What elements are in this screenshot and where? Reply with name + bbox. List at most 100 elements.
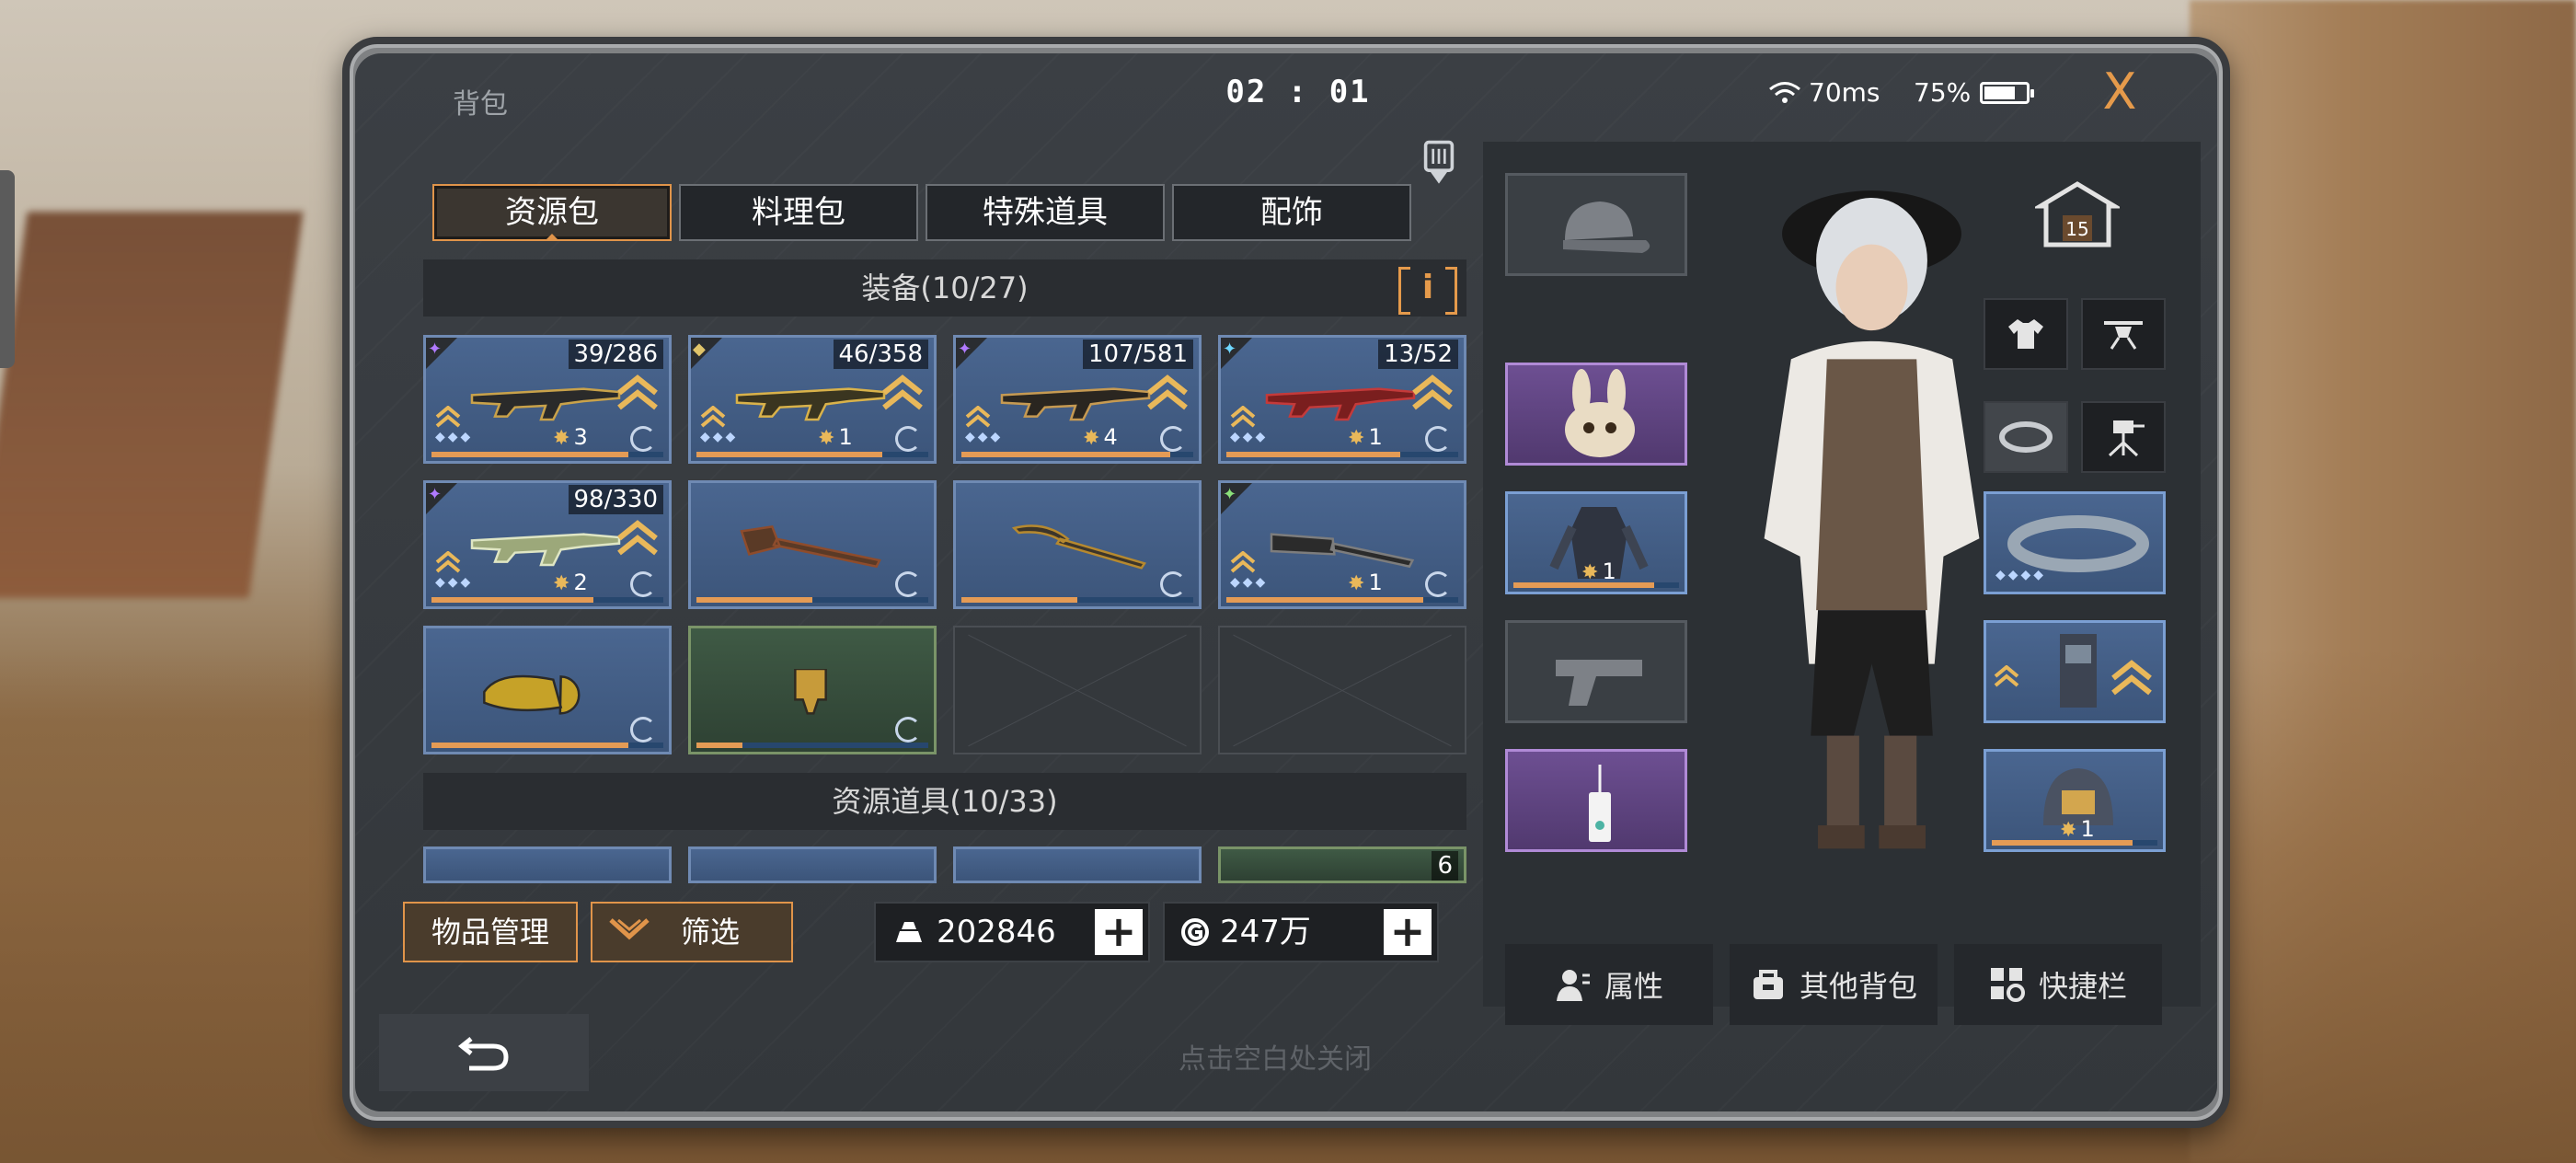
durability-bar [696, 597, 928, 603]
tab-cooking-pack[interactable]: 料理包 [679, 184, 918, 241]
rifle-dark-icon [470, 387, 621, 421]
gold-value: 202846 [937, 914, 1056, 950]
bunny-backpack-icon [1565, 369, 1635, 457]
quality-tag-icon: ✦ [426, 338, 457, 369]
durability-bar [431, 452, 663, 457]
person-icon [1556, 970, 1590, 1001]
rank-dots: ◆◆◆ [435, 430, 474, 444]
armor-star: ✸ 1 [1581, 558, 1616, 584]
hat-slot[interactable] [1505, 173, 1687, 276]
attributes-button[interactable]: 属性 [1505, 944, 1713, 1025]
battery-status: 75% [1914, 77, 2035, 108]
resource-slot[interactable] [423, 846, 672, 883]
resource-slot[interactable] [953, 846, 1202, 883]
tab-accessories[interactable]: 配饰 [1172, 184, 1411, 241]
durability-bar [431, 597, 663, 603]
drink-slot[interactable] [1505, 749, 1687, 852]
resource-slot[interactable]: 6 [1218, 846, 1466, 883]
chainsaw-gold-icon [483, 674, 581, 715]
equipment-slot-rifle-dark[interactable]: ✦ 39/286 ◆◆◆ ✸ 3 [423, 335, 672, 464]
armor-durability [1513, 582, 1679, 588]
info-button[interactable]: i [1398, 267, 1457, 315]
durability-bar [431, 743, 663, 748]
pistol-icon [1556, 660, 1642, 706]
rifle-gold-icon [735, 387, 886, 421]
rank-chevron-icon [1230, 551, 1256, 573]
other-bags-button[interactable]: 其他背包 [1730, 944, 1938, 1025]
attributes-label: 属性 [1604, 969, 1663, 1004]
rank-dots: ◆◆◆ [1230, 430, 1269, 444]
ammo-count: 98/330 [568, 485, 663, 514]
star-level: ✸ 2 [553, 570, 588, 595]
bag-level-icon[interactable]: 15 [2035, 178, 2120, 250]
filter-button[interactable]: 筛选 [591, 902, 793, 962]
star-level: ✸ 1 [1348, 570, 1383, 595]
turret-button[interactable] [2081, 401, 2166, 473]
club-spiked-icon [1270, 533, 1415, 569]
edge-handle[interactable] [0, 170, 15, 368]
helmet-durability [1992, 840, 2157, 846]
ring-icon [1999, 421, 2053, 453]
coin-currency: 247万 + [1163, 902, 1439, 962]
hotbar-button[interactable]: 快捷栏 [1954, 944, 2162, 1025]
tab-special-items[interactable]: 特殊道具 [926, 184, 1165, 241]
game-clock: 02 : 01 [1225, 74, 1371, 110]
durability-bar [961, 452, 1193, 457]
equipment-slot-rifle-gold[interactable]: ◆ 46/358 ◆◆◆ ✸ 1 [688, 335, 937, 464]
equipment-slot-smg-green[interactable]: ✦ 98/330 ◆◆◆ ✸ 2 [423, 480, 672, 609]
gadget-slot[interactable] [1984, 620, 2166, 723]
rank-up-icon [2111, 660, 2152, 696]
turret-icon [2108, 420, 2145, 457]
add-gold-button[interactable]: + [1095, 909, 1143, 955]
equipment-section-title: 装备(10/27) [861, 271, 1029, 305]
ammo-count: 107/581 [1082, 340, 1193, 369]
resource-section-title: 资源道具(10/33) [832, 784, 1058, 819]
bag-level-value: 15 [2065, 218, 2088, 240]
quality-tag-icon: ✦ [426, 483, 457, 514]
equipment-slot-crossbow-red[interactable]: ✦ 13/52 ◆◆◆ ✸ 1 [1218, 335, 1466, 464]
filter-icon [609, 918, 650, 940]
durability-bar [696, 452, 928, 457]
empty-slot[interactable] [953, 626, 1202, 754]
crossbow-red-icon [1265, 387, 1416, 421]
drone-button[interactable] [2081, 298, 2166, 370]
gold-currency: 202846 + [874, 902, 1150, 962]
recycle-icon [1425, 571, 1451, 597]
recycle-icon [1425, 426, 1451, 452]
hotbar-icon [1990, 968, 2025, 1002]
equipment-slot-drill-tool[interactable] [688, 626, 937, 754]
ammo-count: 13/52 [1378, 340, 1458, 369]
rank-chevron-icon [1994, 665, 2019, 687]
backpack-slot[interactable] [1505, 363, 1687, 466]
equipment-slot-axe-tool[interactable] [688, 480, 937, 609]
quality-tag-icon: ✦ [1221, 338, 1252, 369]
axe-tool-icon [740, 524, 881, 569]
resource-grid: 6 [423, 846, 1466, 883]
tab-resource-pack[interactable]: 资源包 [432, 184, 672, 241]
pistol-slot[interactable] [1505, 620, 1687, 723]
equipment-slot-pickaxe-tool[interactable] [953, 480, 1202, 609]
resource-slot[interactable] [688, 846, 937, 883]
battery-value: 75% [1914, 77, 1972, 108]
rank-chevron-icon [435, 551, 461, 573]
empty-slot[interactable] [1218, 626, 1466, 754]
rank-chevron-icon [1230, 406, 1256, 428]
resource-section-header: 资源道具(10/33) [423, 773, 1466, 830]
equipment-slot-chainsaw-gold[interactable] [423, 626, 672, 754]
ring-button[interactable] [1984, 401, 2068, 473]
equipment-slot-rifle-bronze[interactable]: ✦ 107/581 ◆◆◆ ✸ 4 [953, 335, 1202, 464]
armor-slot[interactable]: ✸ 1 [1505, 491, 1687, 594]
helmet-star: ✸ 1 [2060, 816, 2095, 842]
back-button[interactable] [379, 1014, 589, 1091]
close-button[interactable]: X [2094, 66, 2145, 118]
cap-icon [1563, 202, 1650, 253]
background-shelf [0, 212, 304, 598]
pickaxe-tool-icon [1011, 524, 1146, 570]
add-coin-button[interactable]: + [1384, 909, 1432, 955]
outfit-button[interactable] [1984, 298, 2068, 370]
equipment-slot-club-spiked[interactable]: ✦ ◆◆◆ ✸ 1 [1218, 480, 1466, 609]
bag-lock-icon[interactable] [1422, 138, 1455, 190]
helmet-slot[interactable]: ✸ 1 [1984, 749, 2166, 852]
bracelet-slot[interactable]: ◆◆◆◆ [1984, 491, 2166, 594]
item-manage-button[interactable]: 物品管理 [403, 902, 578, 962]
